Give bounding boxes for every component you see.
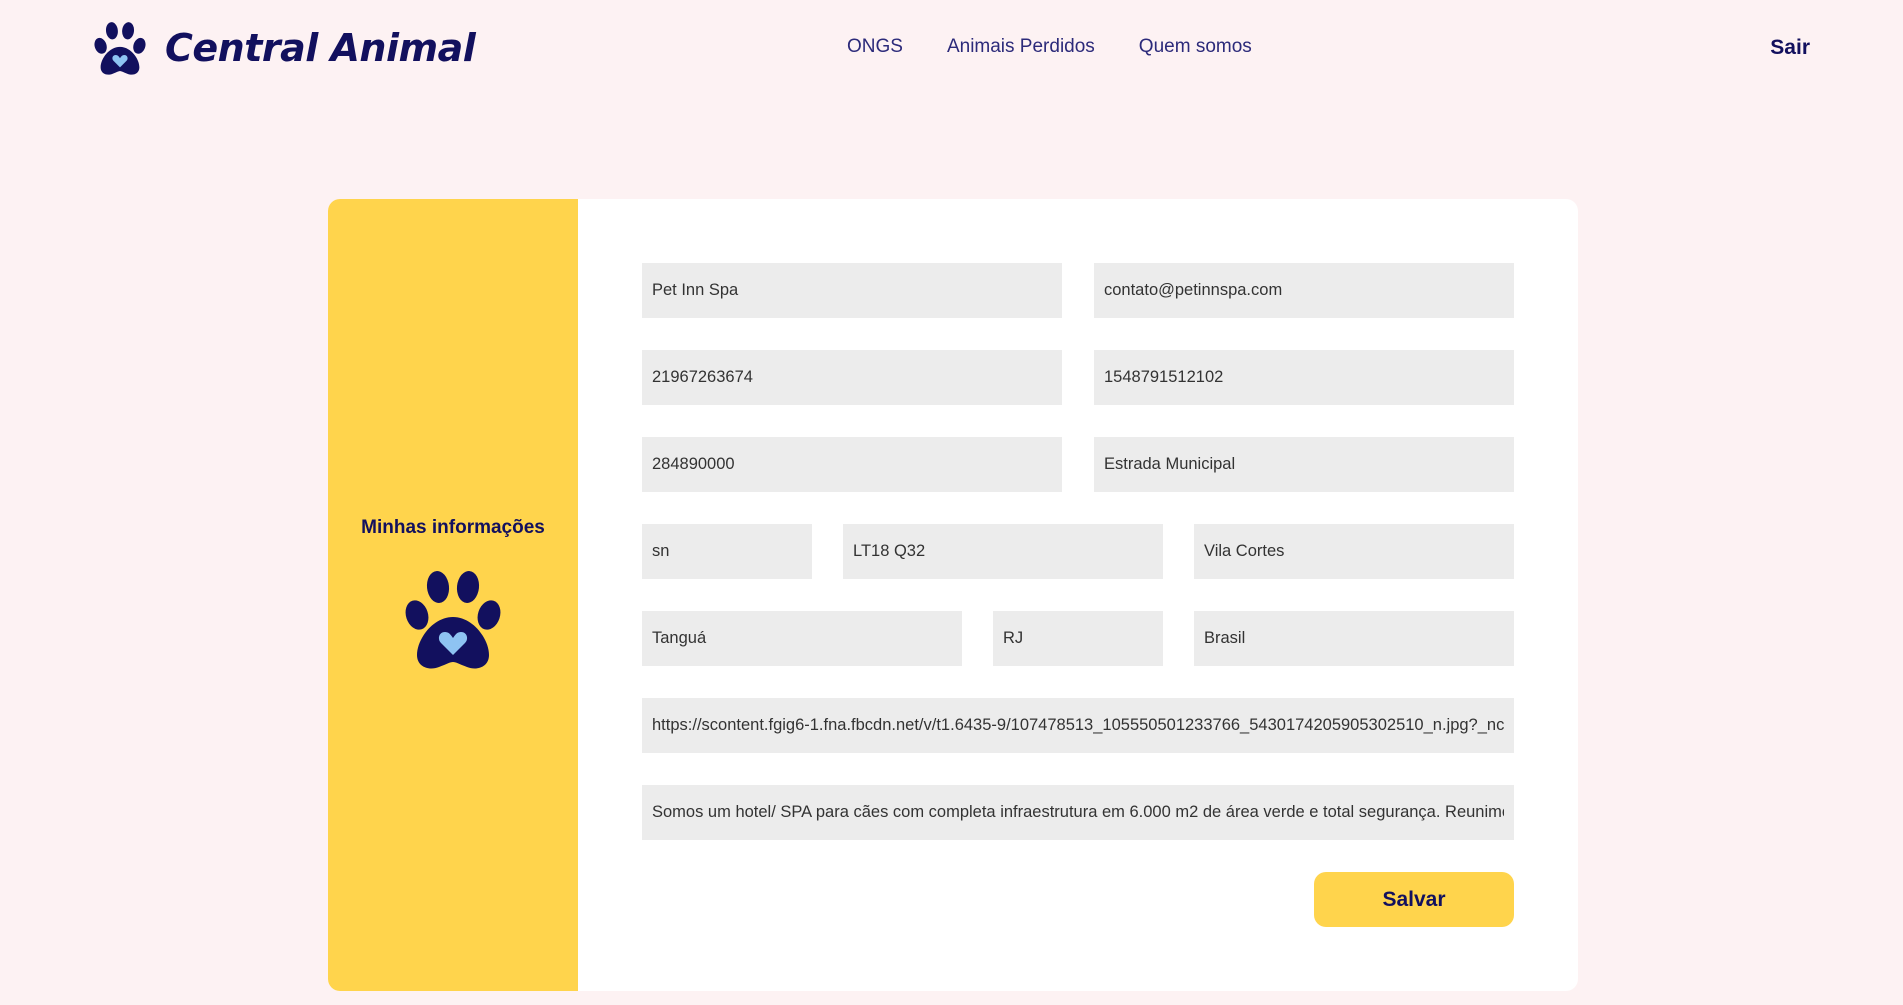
document-input[interactable]: [1094, 350, 1514, 405]
paw-heart-logo-icon: [94, 22, 146, 75]
name-input[interactable]: [642, 263, 1062, 318]
description-input[interactable]: [642, 785, 1514, 840]
cep-input[interactable]: [642, 437, 1062, 492]
nav-link-quem-somos[interactable]: Quem somos: [1139, 36, 1252, 58]
brand-link[interactable]: Central Animal: [93, 20, 476, 76]
street-input[interactable]: [1094, 437, 1514, 492]
image-url-input[interactable]: [642, 698, 1514, 753]
country-input[interactable]: [1194, 611, 1514, 666]
sidebar-title: Minhas informações: [361, 517, 545, 538]
profile-sidebar: Minhas informações: [328, 199, 578, 991]
nav-link-animais-perdidos[interactable]: Animais Perdidos: [947, 36, 1095, 58]
save-button[interactable]: Salvar: [1314, 872, 1514, 927]
top-header: Central Animal ONGS Animais Perdidos Que…: [0, 0, 1903, 98]
complement-input[interactable]: [843, 524, 1163, 579]
email-input[interactable]: [1094, 263, 1514, 318]
state-input[interactable]: [993, 611, 1163, 666]
city-input[interactable]: [642, 611, 962, 666]
paw-heart-icon: [405, 571, 501, 669]
profile-card: Minhas informações Salvar: [328, 199, 1578, 991]
logout-link[interactable]: Sair: [1770, 36, 1810, 60]
main-nav: ONGS Animais Perdidos Quem somos: [847, 36, 1252, 58]
brand-name: Central Animal: [165, 26, 476, 70]
phone-input[interactable]: [642, 350, 1062, 405]
district-input[interactable]: [1194, 524, 1514, 579]
nav-link-ongs[interactable]: ONGS: [847, 36, 903, 58]
number-input[interactable]: [642, 524, 812, 579]
